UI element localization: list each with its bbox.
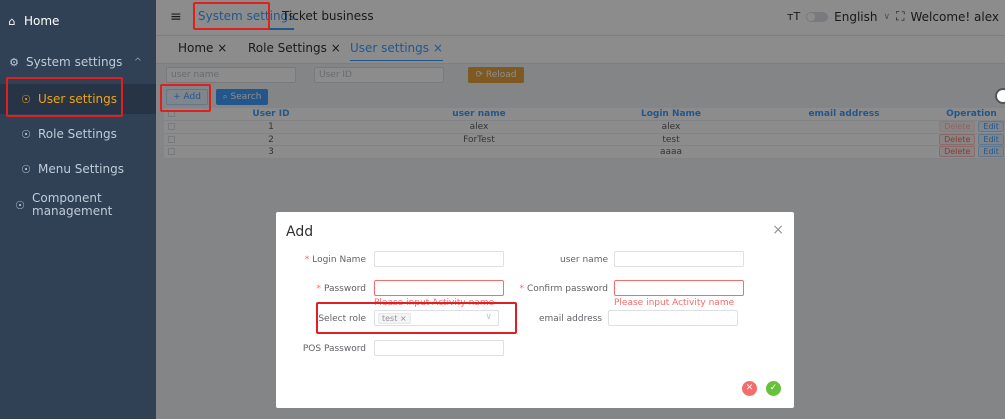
add-user-dialog: Add × * Login Name user name * Password Pl… xyxy=(276,212,794,408)
sidebar-item-label: Home xyxy=(24,14,60,28)
settings-icon: ☉ xyxy=(21,127,31,141)
sidebar-item-menu-settings[interactable]: ☉ Menu Settings xyxy=(0,157,156,181)
settings-icon: ☉ xyxy=(21,92,31,106)
sidebar: ⌂ Home ⚙ System settings ^ ☉ User settin… xyxy=(0,0,156,419)
role-tag[interactable]: test × xyxy=(378,313,411,324)
sidebar-item-label: Role Settings xyxy=(38,127,117,141)
sidebar-item-label-line1: Component xyxy=(32,191,102,205)
close-icon: ✕ xyxy=(745,383,754,393)
select-role-label: Select role xyxy=(318,314,366,324)
chevron-down-icon: ∨ xyxy=(485,312,492,322)
confirm-password-input[interactable] xyxy=(614,280,744,296)
login-name-label: * Login Name xyxy=(304,255,366,265)
chevron-up-icon: ^ xyxy=(133,56,142,68)
sidebar-item-label: System settings xyxy=(26,55,123,69)
side-handle[interactable] xyxy=(995,88,1005,104)
settings-icon: ☉ xyxy=(15,198,25,212)
pos-password-input[interactable] xyxy=(374,340,504,356)
home-icon: ⌂ xyxy=(8,14,16,28)
gear-icon: ⚙ xyxy=(9,55,19,69)
sidebar-item-label: Component management xyxy=(32,192,112,218)
cancel-button[interactable]: ✕ xyxy=(742,381,757,396)
sidebar-item-label: User settings xyxy=(38,92,118,106)
dialog-title: Add xyxy=(286,224,314,240)
email-label: email address xyxy=(538,314,602,324)
sidebar-item-label: Menu Settings xyxy=(38,162,124,176)
sidebar-item-label-line2: management xyxy=(32,204,113,218)
password-label-text: Password xyxy=(323,284,366,294)
sidebar-item-home[interactable]: ⌂ Home xyxy=(0,10,156,32)
sidebar-item-user-settings[interactable]: ☉ User settings xyxy=(0,84,156,114)
confirm-button[interactable]: ✓ xyxy=(766,381,781,396)
login-name-input[interactable] xyxy=(374,251,504,267)
settings-icon: ☉ xyxy=(21,162,31,176)
role-select[interactable]: test × ∨ xyxy=(374,310,499,326)
user-name-label: user name xyxy=(559,255,608,265)
email-input[interactable] xyxy=(608,310,738,326)
confirm-password-label: * Confirm password xyxy=(519,284,608,294)
login-name-label-text: Login Name xyxy=(312,255,366,265)
sidebar-item-component-management[interactable]: ☉ Component management xyxy=(0,190,156,220)
check-icon: ✓ xyxy=(769,383,778,393)
pos-password-label: POS Password xyxy=(302,344,366,354)
confirm-password-error: Please input Activity name xyxy=(614,298,735,308)
password-input[interactable] xyxy=(374,280,504,296)
password-error: Please input Activity name xyxy=(374,298,495,308)
close-icon[interactable]: × xyxy=(772,222,784,238)
confirm-password-label-text: Confirm password xyxy=(526,284,608,294)
user-name-input[interactable] xyxy=(614,251,744,267)
sidebar-item-system-settings[interactable]: ⚙ System settings ^ xyxy=(0,50,156,74)
password-label: * Password xyxy=(316,284,366,294)
sidebar-item-role-settings[interactable]: ☉ Role Settings xyxy=(0,122,156,146)
